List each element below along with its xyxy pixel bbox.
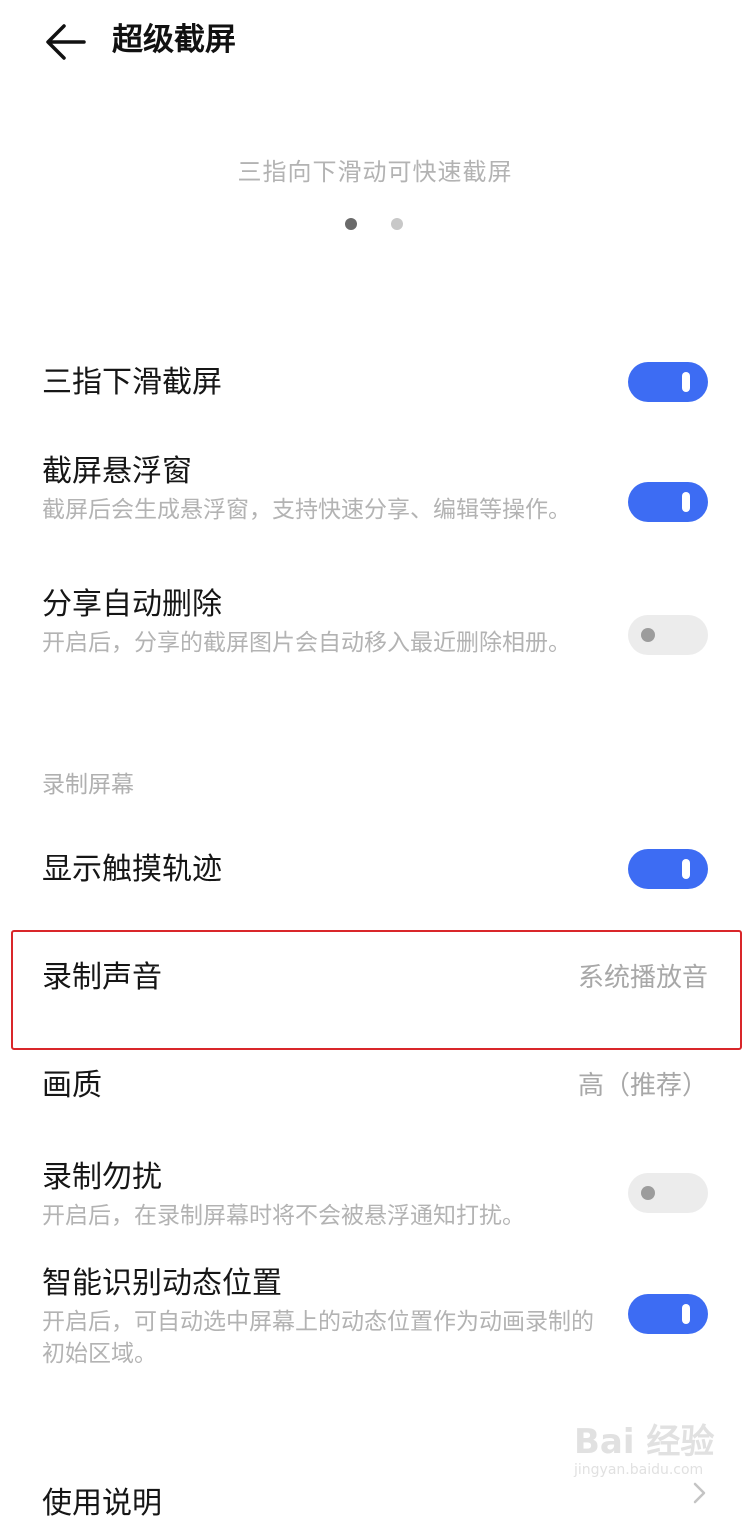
setting-title: 录制勿扰 [42, 1160, 162, 1195]
toggle-knob [682, 859, 690, 879]
top-bar: 超级截屏 [0, 0, 750, 84]
chevron-right-icon [693, 1482, 706, 1504]
setting-title: 使用说明 [42, 1486, 162, 1521]
toggle-knob [682, 372, 690, 392]
setting-row-auto-delete[interactable]: 分享自动删除 开启后，分享的截屏图片会自动移入最近删除相册。 [0, 585, 750, 695]
setting-title: 三指下滑截屏 [42, 365, 222, 400]
record-sound-value: 系统播放音 [577, 963, 708, 993]
setting-row-quality[interactable]: 画质 高（推荐） [0, 1064, 750, 1114]
watermark-logo: Bai 经验 [574, 1422, 715, 1462]
arrow-left-icon [46, 24, 86, 60]
page-title: 超级截屏 [112, 22, 236, 58]
setting-title: 画质 [42, 1068, 102, 1103]
floating-window-toggle[interactable] [628, 482, 708, 522]
setting-description: 截屏后会生成悬浮窗，支持快速分享、编辑等操作。 [42, 497, 571, 523]
setting-row-floating-window[interactable]: 截屏悬浮窗 截屏后会生成悬浮窗，支持快速分享、编辑等操作。 [0, 452, 750, 562]
carousel-dot-active[interactable] [345, 218, 357, 230]
toggle-knob [641, 628, 655, 642]
touch-trail-toggle[interactable] [628, 849, 708, 889]
toggle-knob [682, 1304, 690, 1324]
setting-row-instructions[interactable]: 使用说明 [0, 1478, 750, 1521]
watermark-url: jingyan.baidu.com [574, 1462, 704, 1478]
back-button[interactable] [42, 20, 92, 64]
setting-title: 截屏悬浮窗 [42, 454, 192, 489]
setting-row-touch-trail[interactable]: 显示触摸轨迹 [0, 847, 750, 897]
carousel-dot[interactable] [391, 218, 403, 230]
setting-row-smart-region[interactable]: 智能识别动态位置 开启后，可自动选中屏幕上的动态位置作为动画录制的初始区域。 [0, 1264, 750, 1374]
toggle-knob [682, 492, 690, 512]
carousel-indicator [0, 218, 750, 232]
dnd-toggle[interactable] [628, 1173, 708, 1213]
toggle-knob [641, 1186, 655, 1200]
setting-description: 开启后，可自动选中屏幕上的动态位置作为动画录制的初始区域。 [42, 1309, 594, 1367]
setting-row-record-sound[interactable]: 录制声音 系统播放音 [0, 955, 750, 1005]
setting-title: 智能识别动态位置 [42, 1266, 282, 1301]
carousel-hint: 三指向下滑动可快速截屏 [237, 158, 513, 186]
setting-title: 显示触摸轨迹 [42, 852, 222, 887]
setting-title: 分享自动删除 [42, 587, 222, 622]
setting-row-three-finger[interactable]: 三指下滑截屏 [0, 360, 750, 410]
three-finger-toggle[interactable] [628, 362, 708, 402]
auto-delete-toggle[interactable] [628, 615, 708, 655]
setting-description: 开启后，分享的截屏图片会自动移入最近删除相册。 [42, 630, 571, 656]
smart-region-toggle[interactable] [628, 1294, 708, 1334]
setting-row-dnd[interactable]: 录制勿扰 开启后，在录制屏幕时将不会被悬浮通知打扰。 [0, 1158, 750, 1238]
setting-description: 开启后，在录制屏幕时将不会被悬浮通知打扰。 [42, 1203, 525, 1229]
setting-title: 录制声音 [42, 960, 162, 995]
quality-value: 高（推荐） [577, 1071, 708, 1101]
section-header-recording: 录制屏幕 [42, 772, 134, 798]
